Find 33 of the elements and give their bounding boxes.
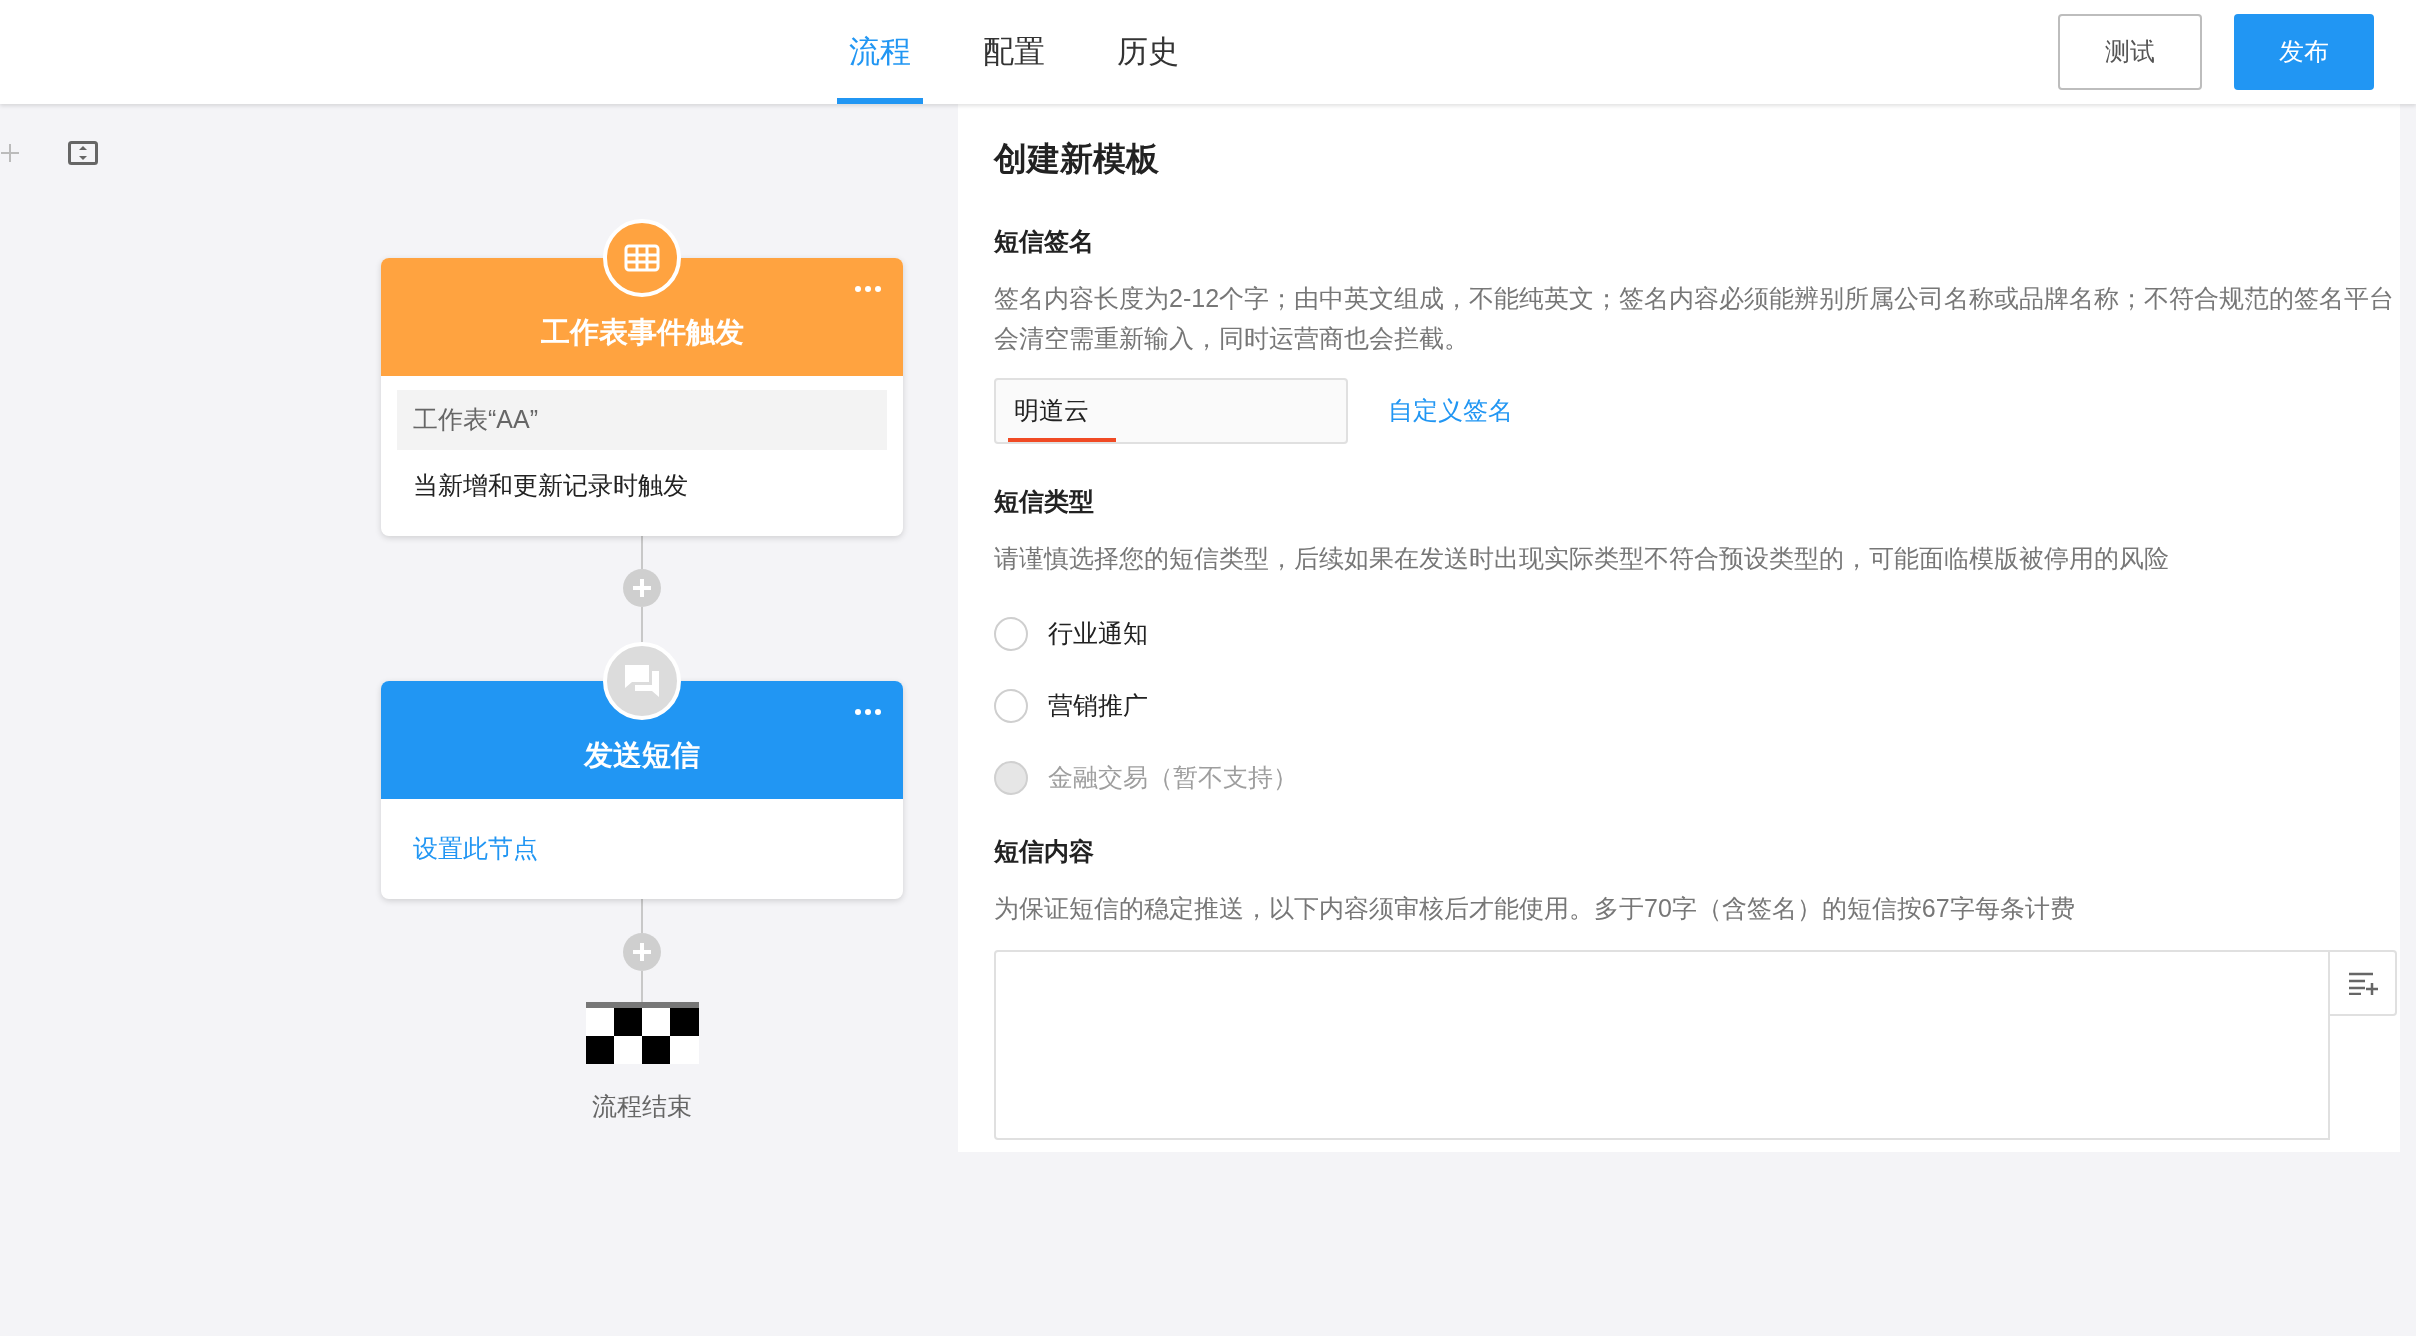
fit-screen-icon[interactable]: [68, 141, 98, 165]
section-description: 请谨慎选择您的短信类型，后续如果在发送时出现实际类型不符合预设类型的，可能面临模版被停用的风险: [994, 542, 2170, 574]
flow-end-label: 流程结束: [592, 1091, 692, 1122]
node-title: 发送短信: [584, 737, 700, 773]
plus-icon: [631, 577, 653, 599]
more-icon[interactable]: [855, 286, 881, 292]
add-node-button[interactable]: [623, 933, 661, 971]
more-icon[interactable]: [855, 709, 881, 715]
signature-input[interactable]: 明道云: [994, 377, 1348, 444]
nav-tab[interactable]: 配置: [971, 0, 1057, 104]
finish-flag-icon: [585, 1002, 699, 1064]
insert-field-button[interactable]: [2330, 949, 2397, 1016]
panel-title: 创建新模板: [994, 139, 1160, 179]
section-title: 短信类型: [994, 485, 1095, 517]
node-title: 工作表事件触发: [540, 314, 744, 350]
radio-label: 金融交易（暂不支持）: [1048, 761, 1298, 793]
section-title: 短信内容: [994, 835, 1095, 867]
radio-label: 营销推广: [1048, 689, 1148, 721]
test-button[interactable]: 测试: [2058, 14, 2202, 90]
nav-tab[interactable]: 历史: [1105, 0, 1191, 104]
trigger-description: 当新增和更新记录时触发: [412, 470, 689, 502]
add-node-button[interactable]: [623, 569, 661, 607]
section-title: 短信签名: [994, 225, 1095, 257]
section-description: 为保证短信的稳定推送，以下内容须审核后才能使用。多于70字（含签名）的短信按67字每条计费: [994, 892, 2076, 924]
plus-icon: [631, 941, 653, 963]
insert-field-icon: [2347, 970, 2378, 995]
section-description: 签名内容长度为2-12个字；由中英文组成，不能纯英文；签名内容必须能辨别所属公司名称或品牌名称；不符合规范的签名平台会清空需重新输入，同时运营商也会拦截。: [994, 282, 2396, 354]
flow-node-card[interactable]: 工作表事件触发 工作表“AA” 当新增和更新记录时触发: [381, 258, 903, 536]
chat-icon: [623, 663, 661, 699]
radio-label: 行业通知: [1048, 617, 1148, 649]
table-icon: [624, 244, 660, 272]
worksheet-label: 工作表“AA”: [397, 390, 887, 450]
zoom-in-icon[interactable]: [0, 143, 20, 163]
